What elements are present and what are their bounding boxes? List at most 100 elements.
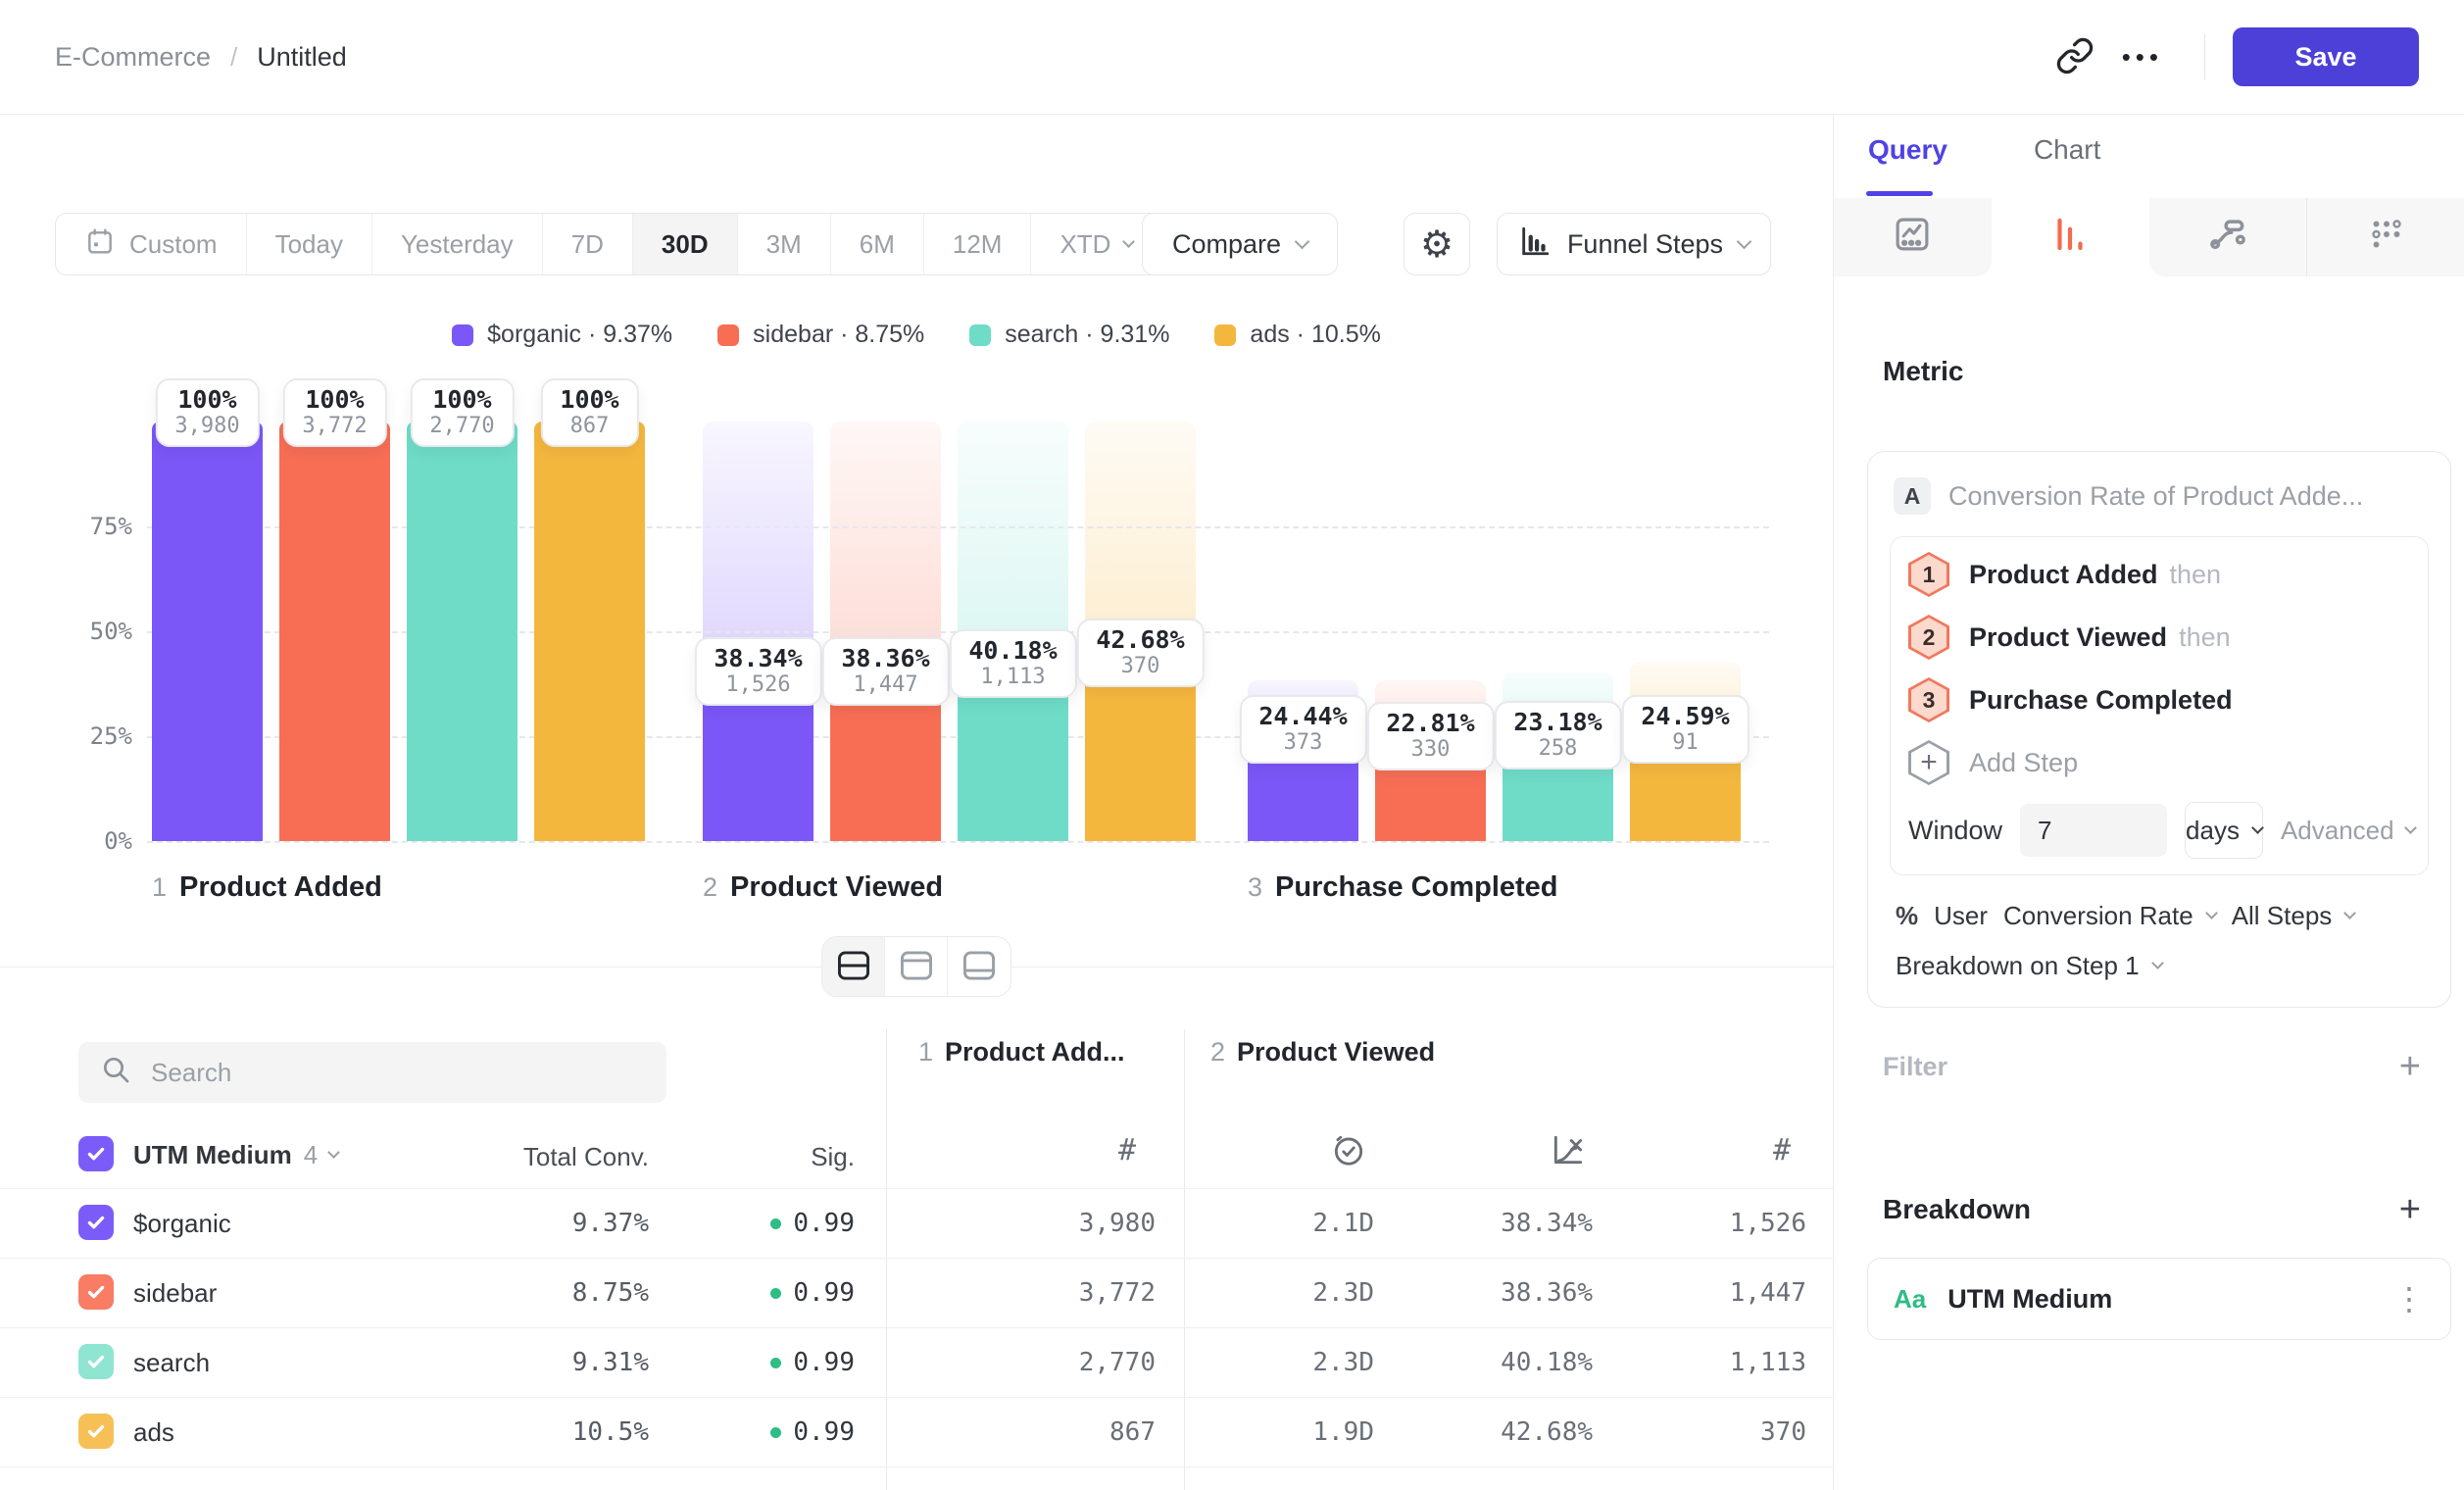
significance-dot-icon xyxy=(770,1427,781,1438)
significance-dot-icon xyxy=(770,1288,781,1299)
breadcrumb-workspace[interactable]: E-Commerce xyxy=(55,42,211,73)
add-filter-button[interactable]: + xyxy=(2399,1048,2421,1085)
measure-metric-select[interactable]: Conversion Rate xyxy=(2003,901,2216,931)
add-step-row[interactable]: + Add Step xyxy=(1908,731,2410,794)
tab-query[interactable]: Query xyxy=(1868,134,1947,166)
bar-value-label: 100%2,770 xyxy=(410,378,514,447)
tab-chart[interactable]: Chart xyxy=(2034,134,2100,166)
bar-pct-value: 100% xyxy=(302,385,367,414)
breakdown-property-card[interactable]: Aa UTM Medium ⋮ xyxy=(1867,1258,2451,1340)
compare-button[interactable]: Compare xyxy=(1142,213,1338,275)
breakdown-scope-select[interactable]: Breakdown on Step 1 xyxy=(1896,951,2429,981)
view-toggle-split-view[interactable] xyxy=(822,937,885,996)
tab-retention[interactable] xyxy=(2307,198,2464,276)
avg-time-column-icon[interactable] xyxy=(1326,1130,1371,1169)
query-step-2[interactable]: 2Product Viewedthen xyxy=(1908,606,2410,669)
table-step2-column-header[interactable]: 2Product Viewed xyxy=(1210,1037,1435,1068)
tab-insights-chart[interactable] xyxy=(1834,198,1992,276)
date-range-12m[interactable]: 12M xyxy=(924,214,1032,274)
select-all-checkbox[interactable] xyxy=(78,1136,114,1171)
funnel-bar-ads-step1[interactable] xyxy=(534,422,645,841)
date-range-today[interactable]: Today xyxy=(247,214,372,274)
sig-header[interactable]: Sig. xyxy=(686,1142,855,1172)
legend-item-sidebar[interactable]: sidebar · 8.75% xyxy=(717,321,924,349)
tab-funnel[interactable] xyxy=(1992,198,2149,276)
breakdown-property-name: UTM Medium xyxy=(1947,1284,2112,1315)
funnel-bar-ads-step2[interactable] xyxy=(1085,662,1196,841)
funnel-bar-search-step1[interactable] xyxy=(407,422,517,841)
date-range-6m[interactable]: 6M xyxy=(831,214,924,274)
chevron-down-icon xyxy=(1737,233,1752,249)
add-step-hexagon-icon: + xyxy=(1908,740,1949,785)
step-number: 2 xyxy=(703,872,717,902)
ellipsis-icon: ••• xyxy=(2122,42,2163,73)
y-axis-tick: 0% xyxy=(39,827,132,855)
breakdown-column-header[interactable]: UTM Medium 4 xyxy=(133,1140,338,1170)
advanced-toggle[interactable]: Advanced xyxy=(2281,816,2415,846)
window-value-input[interactable] xyxy=(2020,804,2167,857)
bar-value-label: 24.44%373 xyxy=(1239,695,1366,764)
date-range-yesterday[interactable]: Yesterday xyxy=(372,214,543,274)
date-range-3m[interactable]: 3M xyxy=(738,214,831,274)
bar-value-label: 22.81%330 xyxy=(1366,702,1494,770)
chart-type-button[interactable]: Funnel Steps xyxy=(1497,213,1771,275)
count-column-icon[interactable]: # xyxy=(1759,1130,1804,1169)
bar-pct-value: 23.18% xyxy=(1513,708,1602,736)
query-step-1[interactable]: 1Product Addedthen xyxy=(1908,543,2410,606)
row-step2-count: 370 xyxy=(1627,1417,1806,1447)
conversion-column-icon[interactable] xyxy=(1546,1130,1591,1169)
x-axis-step-label: 1Product Added xyxy=(152,871,382,904)
calendar-icon xyxy=(84,225,116,264)
legend-item-search[interactable]: search · 9.31% xyxy=(969,321,1169,349)
page-title[interactable]: Untitled xyxy=(257,42,347,73)
view-toggle-table-only[interactable] xyxy=(948,937,1010,996)
more-options-button[interactable]: ••• xyxy=(2108,32,2177,82)
tab-journeys[interactable] xyxy=(2149,198,2308,276)
measure-entity[interactable]: User xyxy=(1934,901,1988,931)
view-toggle-chart-only[interactable] xyxy=(885,937,948,996)
row-checkbox[interactable] xyxy=(78,1344,114,1379)
measure-scope-select[interactable]: All Steps xyxy=(2232,901,2355,931)
count-column-icon[interactable]: # xyxy=(1105,1130,1150,1169)
table-row-ads[interactable]: ads10.5%0.998671.9D42.68%370 xyxy=(0,1397,1833,1466)
bar-count-value: 3,980 xyxy=(174,414,239,438)
legend-label: search · 9.31% xyxy=(1005,321,1169,349)
step-number: 2 xyxy=(1908,615,1949,660)
legend-item-organic[interactable]: $organic · 9.37% xyxy=(452,321,672,349)
add-breakdown-button[interactable]: + xyxy=(2399,1191,2421,1228)
query-step-3[interactable]: 3Purchase Completed xyxy=(1908,669,2410,731)
metric-title-row[interactable]: A Conversion Rate of Product Adde... xyxy=(1894,477,2429,515)
bar-value-label: 100%3,772 xyxy=(282,378,386,447)
significance-value: 0.99 xyxy=(793,1278,855,1308)
chart-only-icon xyxy=(899,950,934,984)
bar-pct-value: 24.59% xyxy=(1641,702,1729,730)
date-range-30d[interactable]: 30D xyxy=(633,214,738,274)
bar-pct-value: 38.36% xyxy=(841,644,929,672)
table-step1-column-header[interactable]: 1Product Add... xyxy=(918,1037,1125,1068)
kebab-menu-icon[interactable]: ⋮ xyxy=(2393,1280,2425,1317)
funnel-bar-sidebar-step1[interactable] xyxy=(279,422,390,841)
percent-icon: % xyxy=(1896,901,1918,931)
row-total-conv: 10.5% xyxy=(392,1417,649,1447)
bar-pct-value: 40.18% xyxy=(968,636,1057,665)
table-row-search[interactable]: search9.31%0.992,7702.3D40.18%1,113 xyxy=(0,1327,1833,1397)
chart-settings-button[interactable]: ⚙ xyxy=(1404,213,1470,275)
link-icon xyxy=(2055,36,2094,78)
save-button[interactable]: Save xyxy=(2233,27,2419,86)
total-conv-header[interactable]: Total Conv. xyxy=(392,1142,649,1172)
funnel-bar-organic-step1[interactable] xyxy=(152,422,263,841)
table-row-organic[interactable]: $organic9.37%0.993,9802.1D38.34%1,526 xyxy=(0,1188,1833,1258)
step-number: 1 xyxy=(152,872,167,902)
row-checkbox[interactable] xyxy=(78,1274,114,1310)
share-link-button[interactable] xyxy=(2042,26,2108,88)
date-range-7d[interactable]: 7D xyxy=(543,214,633,274)
legend-item-ads[interactable]: ads · 10.5% xyxy=(1214,321,1380,349)
search-input[interactable] xyxy=(149,1057,645,1089)
row-checkbox[interactable] xyxy=(78,1414,114,1449)
row-checkbox[interactable] xyxy=(78,1205,114,1240)
window-unit-select[interactable]: days xyxy=(2185,802,2263,859)
date-range-custom[interactable]: Custom xyxy=(56,214,247,274)
step-hexagon-badge: 3 xyxy=(1908,677,1949,722)
table-row-sidebar[interactable]: sidebar8.75%0.993,7722.3D38.36%1,447 xyxy=(0,1258,1833,1327)
row-step2-count: 1,447 xyxy=(1627,1278,1806,1308)
